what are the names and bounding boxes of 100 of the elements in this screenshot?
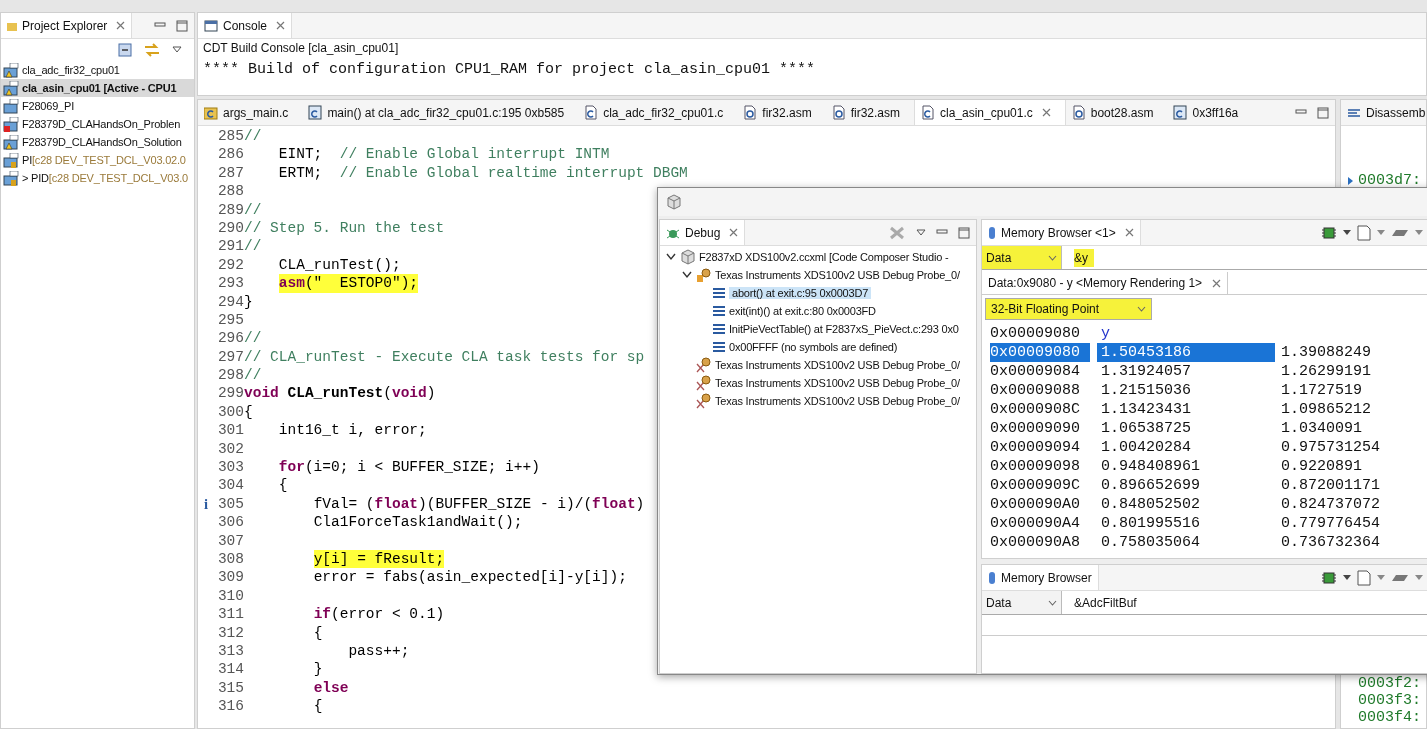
project-item[interactable]: F28379D_CLAHandsOn_Problen [1, 115, 194, 133]
editor-tab[interactable]: boot28.asm [1065, 100, 1168, 125]
code-line: // CLA_runTest - Execute CLA task tests for sp [244, 347, 645, 367]
memory-value: 0.779776454 [1281, 514, 1381, 533]
c-file-icon [204, 105, 218, 120]
code-line: error = fabs(asin_expected[i]-y[i]); [312, 568, 627, 587]
editor-tab[interactable]: main() at cla_adc_fir32_cpu01.c:195 0xb585 [302, 100, 579, 125]
c-file-icon [921, 105, 935, 120]
code-line: else [312, 678, 349, 698]
maximize-icon[interactable] [176, 19, 188, 32]
close-icon[interactable] [729, 228, 739, 237]
variable-label: y [1100, 324, 1110, 343]
project-item[interactable]: F28069_PI [1, 97, 194, 115]
collapse-all-icon[interactable] [118, 43, 132, 57]
debug-tab[interactable]: Debug [660, 220, 746, 245]
dropdown-caret-icon[interactable] [1343, 574, 1351, 581]
editor-tab[interactable]: cla_asin_cpu01.c [914, 100, 1066, 125]
code-line: fVal= (float)(BUFFER_SIZE - i)/(float) [312, 494, 645, 514]
code-line: { [312, 623, 323, 642]
console-title: CDT Build Console [cla_asin_cpu01] [202, 40, 400, 57]
link-arrows-icon[interactable] [144, 43, 160, 57]
debug-tree-item[interactable]: Texas Instruments XDS100v2 USB Debug Probe_0/ [715, 377, 960, 389]
expand-chevron-icon[interactable] [682, 271, 692, 279]
debug-tree-item[interactable]: exit(int)() at exit.c:80 0x0003FD [729, 305, 876, 317]
code-line: // [244, 237, 262, 256]
line-number: 316 [217, 697, 244, 716]
debug-tree-item[interactable]: abort() at exit.c:95 0x0003D7 [729, 287, 872, 299]
format-dropdown[interactable]: 32-Bit Floating Point [985, 298, 1152, 320]
console-tab[interactable]: Console [198, 13, 293, 38]
dropdown-chevron-icon[interactable] [1048, 254, 1057, 261]
code-line: } [244, 292, 253, 311]
project-explorer-tab[interactable]: Project Explorer [1, 13, 133, 38]
memory-browser-tab[interactable]: Memory Browser <1> [982, 220, 1141, 245]
memory-value: 1.39088249 [1281, 343, 1371, 362]
line-number: 315 [217, 678, 244, 698]
line-number: 296 [217, 329, 244, 348]
memory-value: 1.13423431 [1101, 401, 1191, 418]
document-icon[interactable] [1357, 569, 1371, 586]
editor-tab[interactable]: fir32.asm [825, 100, 914, 125]
expand-chevron-icon[interactable] [666, 253, 676, 261]
c-library-folder-icon [3, 152, 19, 168]
dropdown-chevron-icon[interactable] [1048, 599, 1057, 606]
line-number: 299 [217, 384, 244, 403]
close-icon[interactable] [1041, 108, 1051, 117]
editor-tab[interactable]: cla_adc_fir32_cpu01.c [578, 100, 738, 125]
maximize-icon[interactable] [1317, 106, 1329, 119]
line-number: 300 [217, 402, 244, 422]
project-item[interactable]: cla_asin_cpu01 [Active - CPU1 [1, 79, 194, 97]
code-line: // Step 5. Run the test [244, 218, 445, 238]
address-field[interactable]: &y [1074, 248, 1094, 267]
code-line: // [244, 200, 262, 219]
code-line: // [244, 127, 262, 146]
project-item[interactable]: cla_adc_fir32_cpu01 [1, 61, 194, 79]
info-marker: i [204, 494, 209, 514]
code-line: pass++; [347, 641, 410, 661]
view-menu-icon[interactable] [172, 46, 182, 54]
debug-tree-item[interactable]: Texas Instruments XDS100v2 USB Debug Probe_0/ [715, 359, 960, 371]
project-item[interactable]: PI[c28 DEV_TEST_DCL_V03.02.0 [1, 151, 194, 169]
maximize-icon[interactable] [958, 226, 970, 239]
view-menu-icon[interactable] [916, 228, 926, 237]
debug-tree-item[interactable]: InitPieVectTable() at F2837xS_PieVect.c:293 0x0 [729, 323, 959, 335]
code-line: int16_t i, error; [277, 421, 427, 440]
line-number: 301 [217, 421, 244, 440]
code-line: { [312, 697, 323, 716]
editor-tab[interactable]: fir32.asm [737, 100, 826, 125]
close-icon[interactable] [1212, 278, 1222, 288]
code-line: { [244, 402, 253, 422]
debug-tree-item[interactable]: Texas Instruments XDS100v2 USB Debug Probe_0/ [715, 269, 960, 281]
close-icon[interactable] [276, 21, 286, 30]
address-field[interactable]: &AdcFiltBuf [1074, 593, 1143, 612]
memory-value: 0.758035064 [1101, 534, 1201, 551]
project-item[interactable]: F28379D_CLAHandsOn_Solution [1, 133, 194, 151]
dropdown-chevron-icon[interactable] [1137, 306, 1146, 312]
document-icon[interactable] [1357, 224, 1371, 241]
debug-tree-item[interactable]: F2837xD XDS100v2.ccxml [Code Composer Studio - [699, 251, 949, 263]
memory-address: 0x00009084 [990, 362, 1081, 381]
line-number: 308 [217, 550, 244, 569]
memory-value: 0.736732364 [1281, 533, 1381, 552]
close-icon[interactable] [1124, 228, 1134, 237]
project-folder-icon [3, 116, 19, 132]
line-number: 305 [217, 494, 244, 514]
memory-address: 0x0000909C [990, 476, 1081, 495]
debug-tree-item[interactable]: Texas Instruments XDS100v2 USB Debug Probe_0/ [715, 395, 960, 407]
project-item[interactable]: > PID[c28 DEV_TEST_DCL_V03.0 [1, 169, 194, 187]
code-line: for(i=0; i < BUFFER_SIZE; i++) [277, 458, 540, 477]
memory-rendering-tab[interactable]: Data:0x9080 - y <Memory Rendering 1> [982, 272, 1229, 294]
memory-space-dropdown[interactable]: Data [982, 246, 1062, 269]
memory-browser-tab[interactable]: Memory Browser [982, 565, 1099, 590]
disconnect-icon[interactable] [888, 224, 906, 241]
memory-space-dropdown[interactable]: Data [982, 591, 1062, 614]
disassembly-icon [1347, 107, 1361, 118]
close-icon[interactable] [116, 21, 126, 30]
debug-tree-item[interactable]: 0x00FFFF (no symbols are defined) [729, 341, 898, 353]
dropdown-caret-icon[interactable] [1343, 229, 1351, 236]
code-line: // [244, 329, 262, 348]
memory-address: 0x00009094 [990, 438, 1081, 457]
c-file-icon [1173, 105, 1188, 120]
editor-tab[interactable]: 0x3ff16a [1167, 100, 1253, 125]
editor-tab[interactable]: args_main.c [198, 100, 303, 125]
asm-file-icon [743, 105, 758, 120]
